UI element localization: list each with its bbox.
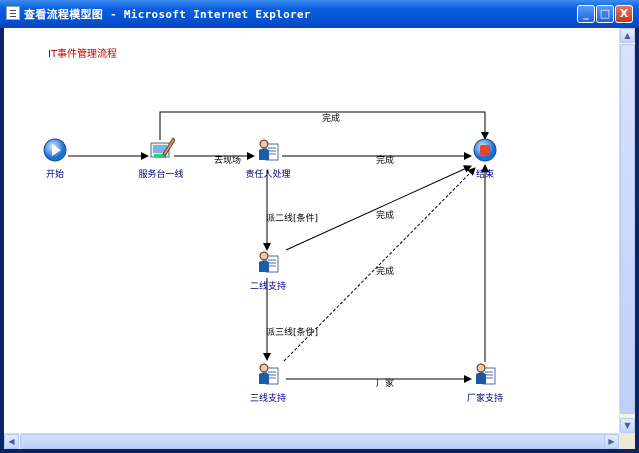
node-end-label: 结束 <box>475 170 494 180</box>
edge-label-tier2-to-tier3: 派三线[条件] <box>266 328 319 338</box>
node-end[interactable]: 结束 <box>440 138 530 180</box>
maximize-button[interactable]: □ <box>596 5 614 23</box>
page-icon <box>6 6 20 20</box>
stop-icon <box>473 138 497 162</box>
person-icon <box>256 362 280 386</box>
vertical-scroll-thumb[interactable] <box>620 44 635 414</box>
edge-label-tier3-to-end: 完成 <box>376 267 395 277</box>
edge-label-owner-to-tier2: 派二线[条件] <box>266 214 319 224</box>
scrollbar-corner <box>619 433 635 449</box>
minimize-button[interactable]: _ <box>577 5 595 23</box>
scroll-up-button[interactable]: ▲ <box>620 28 635 43</box>
scroll-down-button[interactable]: ▼ <box>620 418 635 433</box>
node-vendor[interactable]: 厂家支持 <box>440 362 530 404</box>
node-owner-label: 责任人处理 <box>245 170 291 180</box>
scroll-right-button[interactable]: ▶ <box>604 434 619 449</box>
edge-label-tier2-to-end: 完成 <box>376 211 395 221</box>
vertical-scrollbar[interactable]: ▲ ▼ <box>619 28 635 433</box>
node-tier3-label: 三线支持 <box>249 394 286 404</box>
window-title: 查看流程模型图 - Microsoft Internet Explorer <box>24 8 311 21</box>
node-start[interactable]: 开始 <box>10 138 100 180</box>
node-start-label: 开始 <box>45 170 64 180</box>
node-service-desk-label: 服务台一线 <box>138 170 184 180</box>
person-icon <box>256 250 280 274</box>
node-tier3[interactable]: 三线支持 <box>223 362 313 404</box>
horizontal-scrollbar[interactable]: ◀ ▶ <box>4 433 619 449</box>
service-desk-icon <box>149 136 176 160</box>
node-owner[interactable]: 责任人处理 <box>223 138 313 180</box>
title-bar[interactable]: 查看流程模型图 - Microsoft Internet Explorer _ … <box>0 0 639 28</box>
scroll-left-button[interactable]: ◀ <box>4 434 19 449</box>
node-tier2[interactable]: 二线支持 <box>223 250 313 292</box>
edge-label-desk-to-end: 完成 <box>322 114 341 124</box>
edge-label-owner-to-end: 完成 <box>376 156 395 166</box>
close-button[interactable]: X <box>615 5 633 23</box>
play-icon <box>43 138 67 162</box>
horizontal-scroll-thumb[interactable] <box>20 434 606 449</box>
node-vendor-label: 厂家支持 <box>466 394 503 404</box>
person-icon <box>473 362 497 386</box>
browser-window: 查看流程模型图 - Microsoft Internet Explorer _ … <box>0 0 639 453</box>
person-icon <box>256 138 280 162</box>
edge-label-tier3-to-vendor: 厂家 <box>376 379 395 389</box>
node-tier2-label: 二线支持 <box>249 282 286 292</box>
node-service-desk[interactable]: 服务台一线 <box>116 136 206 180</box>
page-content: IT事件管理流程 完成 去现场 完成 派二线[条件] 完成 完成 派三线[条件]… <box>4 28 635 449</box>
